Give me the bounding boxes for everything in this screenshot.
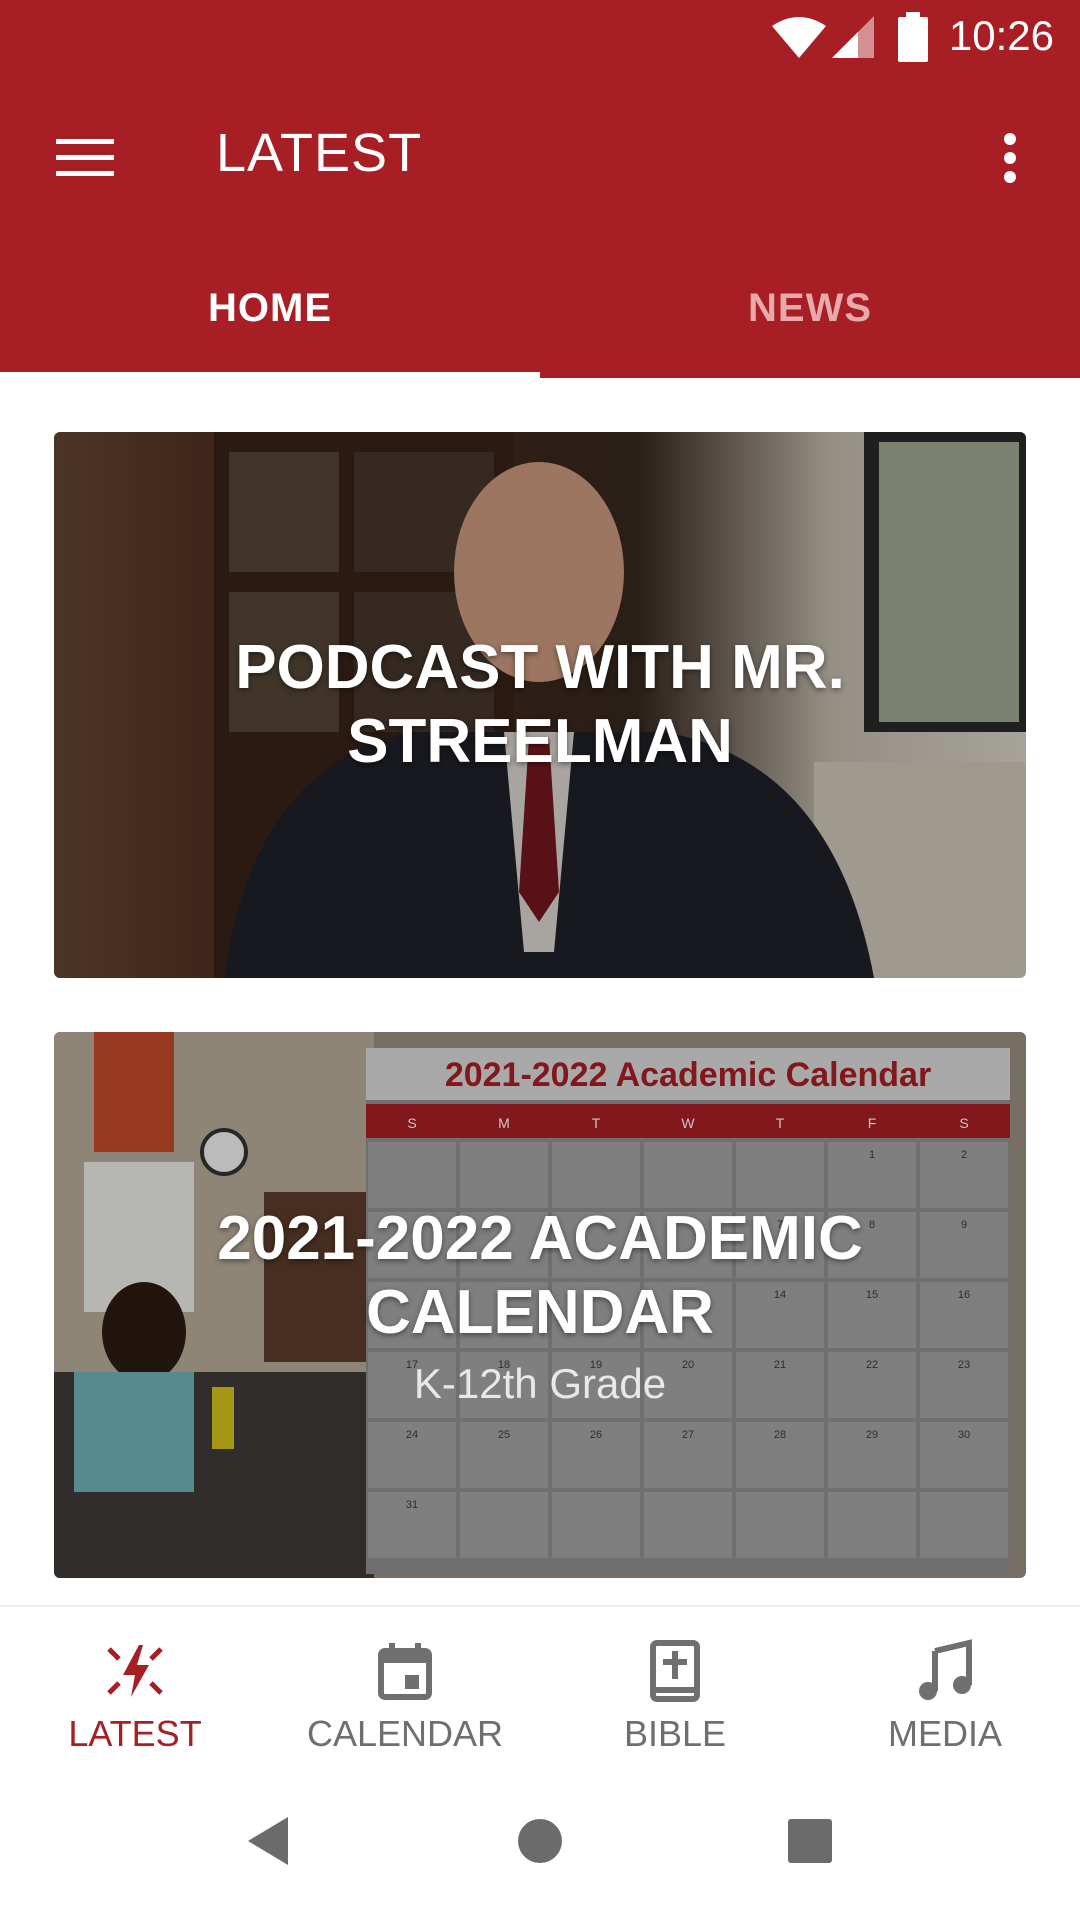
nav-bible-label: BIBLE: [623, 1713, 727, 1754]
nav-media[interactable]: MEDIA: [810, 1607, 1080, 1775]
status-time: 10:26: [948, 12, 1054, 59]
toolbar: LATEST: [0, 78, 1080, 238]
recents-icon[interactable]: [786, 1815, 834, 1867]
tab-home[interactable]: HOME: [0, 238, 540, 378]
nav-calendar[interactable]: CALENDAR: [270, 1607, 540, 1775]
app-bar: 10:26 LATEST HOME NEWS: [0, 0, 1080, 378]
battery-icon: [898, 12, 928, 62]
calendar-icon: [378, 1643, 432, 1700]
academic-calendar-card[interactable]: 2021-2022 Academic Calendar SMTWTFS 1278…: [54, 1032, 1026, 1578]
more-vert-icon: [1004, 133, 1016, 183]
bottom-navigation: LATEST CALENDAR BIBLE MEDIA: [0, 1605, 1080, 1775]
back-icon[interactable]: [244, 1815, 292, 1867]
wifi-icon: [772, 17, 826, 58]
nav-bible[interactable]: BIBLE: [540, 1607, 810, 1775]
nav-latest-label: LATEST: [68, 1713, 202, 1754]
tab-news[interactable]: NEWS: [540, 238, 1080, 378]
bible-icon: [650, 1640, 700, 1702]
status-bar: 10:26: [0, 0, 1080, 78]
academic-calendar-card-text: 2021-2022 ACADEMIC CALENDAR K-12th Grade: [54, 1032, 1026, 1578]
tab-indicator: [0, 372, 540, 378]
nav-latest[interactable]: LATEST: [0, 1607, 270, 1775]
tab-bar: HOME NEWS: [0, 238, 1080, 378]
academic-calendar-card-subtitle: K-12th Grade: [413, 1360, 667, 1407]
menu-button[interactable]: [40, 118, 130, 198]
page-title: LATEST: [216, 123, 423, 183]
nav-media-label: MEDIA: [887, 1713, 1002, 1754]
podcast-card-text: PODCAST WITH MR. STREELMAN: [54, 432, 1026, 978]
system-navigation-bar: [0, 1773, 1080, 1920]
music-note-icon: [919, 1639, 972, 1700]
nav-calendar-label: CALENDAR: [306, 1713, 504, 1754]
hamburger-menu-icon: [56, 139, 114, 176]
podcast-card-title: PODCAST WITH MR. STREELMAN: [235, 633, 845, 776]
signal-icon: [832, 16, 874, 58]
tab-home-label: HOME: [208, 285, 332, 330]
overflow-menu-button[interactable]: [970, 118, 1050, 198]
home-icon[interactable]: [516, 1815, 564, 1867]
tab-news-label: NEWS: [748, 285, 872, 330]
podcast-card[interactable]: PODCAST WITH MR. STREELMAN: [54, 432, 1026, 978]
latest-icon: [107, 1645, 163, 1697]
academic-calendar-card-title: 2021-2022 ACADEMIC CALENDAR: [217, 1204, 863, 1347]
